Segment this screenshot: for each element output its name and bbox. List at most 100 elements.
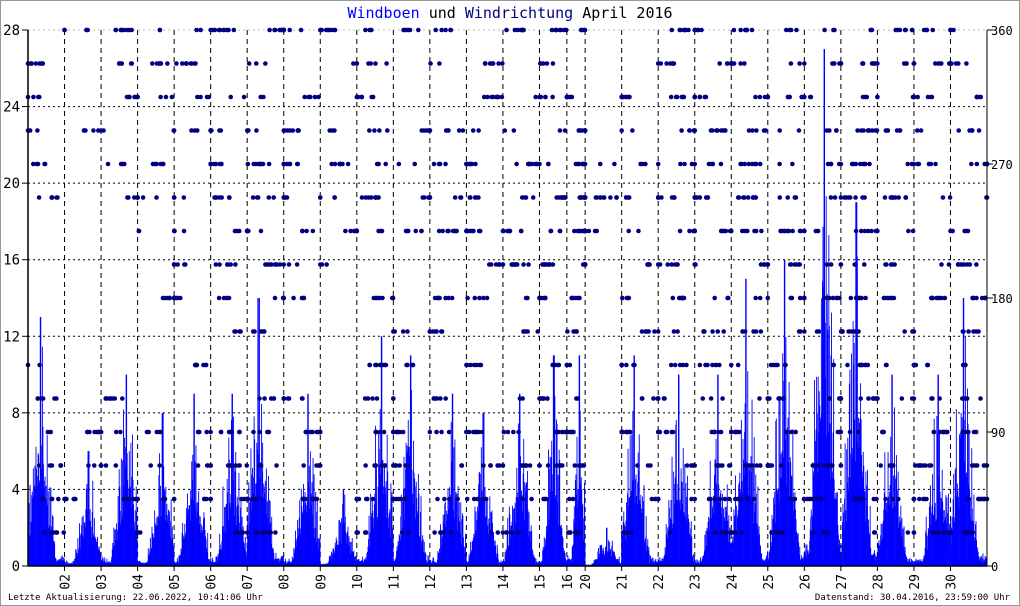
direction-dot <box>677 27 682 33</box>
direction-dot <box>480 463 486 468</box>
direction-dot <box>946 530 951 535</box>
direction-dot <box>420 195 426 200</box>
direction-dot <box>253 161 259 167</box>
direction-dot <box>526 262 531 267</box>
direction-dot <box>635 463 640 468</box>
direction-dot <box>538 295 544 301</box>
direction-dot <box>542 94 548 100</box>
direction-dot <box>858 228 864 234</box>
direction-dot <box>405 362 410 368</box>
direction-dot <box>233 262 238 267</box>
direction-dot <box>692 94 698 100</box>
direction-dot <box>722 530 728 535</box>
direction-dot <box>91 128 96 133</box>
direction-dot <box>619 362 624 368</box>
direction-dot <box>697 362 703 368</box>
direction-dot <box>36 94 41 100</box>
direction-dot <box>824 128 829 133</box>
direction-dot <box>162 295 167 301</box>
direction-dot <box>857 496 862 502</box>
direction-dot <box>875 94 880 100</box>
direction-dot <box>858 396 864 401</box>
direction-dot <box>969 128 975 133</box>
direction-dot <box>659 195 664 200</box>
direction-dot <box>692 262 698 267</box>
direction-dot <box>445 228 450 234</box>
direction-dot <box>310 228 316 234</box>
direction-dot <box>577 295 582 301</box>
direction-dot <box>557 128 563 133</box>
direction-dot <box>533 94 538 100</box>
direction-dot <box>241 94 247 100</box>
direction-dot <box>431 396 437 401</box>
direction-dot <box>319 27 324 33</box>
direction-dot <box>970 530 976 535</box>
direction-dot <box>847 195 853 200</box>
direction-dot <box>651 396 656 401</box>
direction-dot <box>780 396 786 401</box>
direction-dot <box>947 195 953 200</box>
direction-dot <box>869 27 875 33</box>
direction-dot <box>903 195 909 200</box>
direction-dot <box>765 295 771 301</box>
direction-dot <box>897 128 902 133</box>
direction-dot <box>216 27 222 33</box>
direction-dot <box>122 496 128 502</box>
direction-dot <box>679 128 684 133</box>
direction-dot <box>582 161 587 167</box>
direction-dot <box>553 429 559 435</box>
direction-dot <box>448 27 454 33</box>
direction-dot <box>179 61 185 66</box>
direction-dot <box>158 94 163 100</box>
direction-dot <box>899 396 905 401</box>
direction-dot <box>566 530 571 535</box>
direction-dot <box>295 128 301 133</box>
direction-dot <box>863 161 868 167</box>
direction-dot <box>956 262 961 267</box>
direction-dot <box>969 161 974 167</box>
direction-dot <box>208 128 213 133</box>
direction-dot <box>680 362 686 368</box>
direction-dot <box>664 429 670 435</box>
direction-dot <box>377 128 382 133</box>
direction-dot <box>672 362 678 368</box>
direction-dot <box>268 530 274 535</box>
direction-dot <box>565 329 570 334</box>
direction-dot <box>465 295 470 301</box>
direction-dot <box>700 396 706 401</box>
direction-dot <box>723 128 728 133</box>
direction-dot <box>509 530 515 535</box>
direction-dot <box>30 161 36 167</box>
direction-dot <box>884 295 890 301</box>
direction-dot <box>439 429 444 435</box>
direction-dot <box>529 496 534 502</box>
direction-dot <box>797 295 803 301</box>
direction-dot <box>281 295 287 301</box>
direction-dot <box>316 429 321 435</box>
x-tick-label: 05 <box>168 574 183 590</box>
direction-dot <box>119 396 125 401</box>
direction-dot <box>828 262 834 267</box>
direction-dot <box>750 128 755 133</box>
direction-dot <box>271 195 276 200</box>
direction-dot <box>481 295 486 301</box>
direction-dot <box>614 195 619 200</box>
direction-dot <box>172 228 177 234</box>
direction-dot <box>489 94 494 100</box>
direction-dot <box>875 228 880 234</box>
x-tick-label: 07 <box>241 574 256 590</box>
direction-dot <box>564 27 569 33</box>
direction-dot <box>573 161 579 167</box>
direction-dot <box>264 262 270 267</box>
direction-dot <box>890 463 896 468</box>
direction-dot <box>427 429 433 435</box>
direction-dot <box>717 463 723 468</box>
direction-dot <box>301 496 307 502</box>
direction-dot <box>272 295 278 301</box>
direction-dot <box>648 463 653 468</box>
direction-dot <box>559 195 565 200</box>
direction-dot <box>626 228 632 234</box>
data-status-text: Datenstand: 30.04.2016, 23:59:00 Uhr <box>814 593 1010 603</box>
direction-dot <box>125 195 130 200</box>
direction-dot <box>550 94 555 100</box>
